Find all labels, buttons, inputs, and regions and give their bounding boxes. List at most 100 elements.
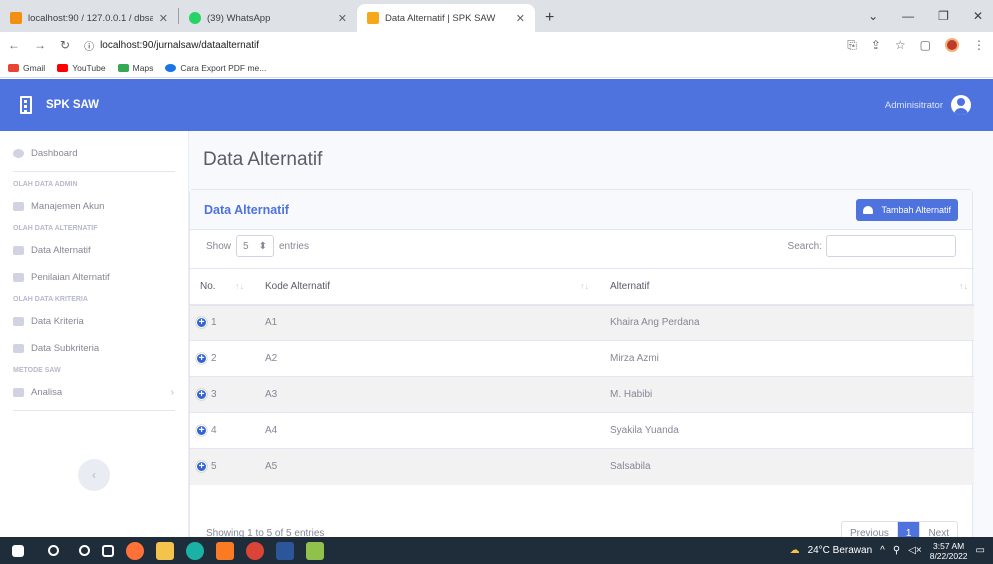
browser-tab-whatsapp[interactable]: (39) WhatsApp ✕ [179,4,357,32]
word-icon[interactable] [276,541,294,560]
column-header-kode[interactable]: Kode Alternatif ↑↓ [250,268,595,306]
entries-select[interactable]: 5 ⬍ [236,235,274,257]
table-row[interactable]: +4 A4 Syakila Yuanda [190,412,974,449]
file-explorer-icon[interactable] [156,541,174,560]
column-label: Kode Alternatif [265,280,331,292]
close-tab-icon[interactable]: ✕ [338,12,347,25]
table-row[interactable]: +1 A1 Khaira Ang Perdana [190,304,974,341]
close-tab-icon[interactable]: ✕ [159,12,168,25]
firefox-icon[interactable] [126,541,144,560]
sidebar-item-dashboard[interactable]: Dashboard [0,140,188,167]
sidebar-item-label: Data Alternatif [31,245,91,256]
sidebar-item-label: Data Subkriteria [31,343,100,354]
sidebar-item-data-kriteria[interactable]: Data Kriteria [0,308,188,335]
close-tab-icon[interactable]: ✕ [516,12,525,25]
table-row[interactable]: +2 A2 Mirza Azmi [190,340,974,377]
network-icon[interactable]: ⚲ [893,545,900,556]
select-arrows-icon: ⬍ [258,240,267,252]
edge-icon[interactable] [186,541,204,560]
column-label: Alternatif [610,280,650,292]
restore-icon[interactable]: ❐ [938,9,949,23]
menu-kebab-icon[interactable]: ⋮ [973,38,985,52]
close-window-icon[interactable]: ✕ [973,9,983,23]
bookmark-youtube[interactable]: YouTube [57,63,106,73]
datatable-controls: Show 5 ⬍ entries Search: [190,230,972,262]
windows-start-icon[interactable] [12,544,24,557]
sidebar-item-manajemen-akun[interactable]: Manajemen Akun [0,193,188,220]
notification-icon[interactable]: ▭ [976,545,985,556]
volume-icon[interactable]: ◁× [908,545,922,556]
forward-icon[interactable]: → [34,38,46,52]
system-tray: ☁ 24°C Berawan ^ ⚲ ◁× 3:57 AM 8/22/2022 … [790,541,993,561]
task-view-icon[interactable] [102,544,114,557]
bookmark-star-icon[interactable]: ☆ [895,38,906,52]
weather-icon[interactable]: ☁ [790,545,800,556]
browser-tab-strip: localhost:90 / 127.0.0.1 / dbsaw / ✕ (39… [0,0,993,32]
brand-link[interactable]: SPK SAW [0,96,189,114]
bookmarks-bar: Gmail YouTube Maps Cara Export PDF me... [0,58,993,78]
dashboard-icon [13,149,24,158]
reload-icon[interactable]: ↻ [60,38,70,52]
row-number: 1 [211,317,217,329]
add-alternatif-button[interactable]: Tambah Alternatif [856,198,958,221]
share-icon[interactable]: ⇪ [871,38,881,52]
search-input[interactable] [826,235,956,257]
table-row[interactable]: +3 A3 M. Habibi [190,376,974,413]
cell-kode: A1 [250,304,595,341]
tab-search-icon[interactable]: ⌄ [868,9,878,23]
xampp-icon[interactable] [216,541,234,560]
clock[interactable]: 3:57 AM 8/22/2022 [930,541,968,561]
bookmark-label: Maps [132,62,154,73]
cell-alternatif: Mirza Azmi [595,340,974,377]
column-header-alternatif[interactable]: Alternatif ↑↓ [595,268,974,306]
sidebar-item-penilaian-alternatif[interactable]: Penilaian Alternatif [0,264,188,291]
cortana-icon[interactable] [79,545,90,556]
sidebar-heading: OLAH DATA KRITERIA [13,296,88,303]
url-host: localhost:90 [100,39,154,51]
notepadpp-icon[interactable] [306,541,324,560]
expand-row-icon[interactable]: + [196,461,207,473]
bookmark-gmail[interactable]: Gmail [8,63,45,73]
sidebar-item-label: Manajemen Akun [31,201,105,212]
tray-chevron-icon[interactable]: ^ [880,545,885,556]
user-plus-icon [863,205,874,214]
browser-tab-data-alternatif[interactable]: Data Alternatif | SPK SAW ✕ [357,4,535,32]
sidebar-item-data-alternatif[interactable]: Data Alternatif [0,237,188,264]
entries-value: 5 [243,240,249,252]
add-button-label: Tambah Alternatif [881,204,951,215]
expand-row-icon[interactable]: + [196,388,207,400]
clock-date: 8/22/2022 [929,550,968,561]
expand-row-icon[interactable]: + [196,352,207,364]
site-info-icon[interactable]: ⓘ [84,38,94,53]
cell-kode: A4 [250,412,595,449]
folder-icon [13,388,24,397]
user-dropdown[interactable]: Adminisitrator [885,95,993,115]
address-bar-actions: ⎘ ⇪ ☆ ▢ ⋮ [847,38,985,53]
table-row[interactable]: +5 A5 Salsabila [190,448,974,485]
translate-icon[interactable]: ⎘ [847,38,857,53]
sidebar-heading: OLAH DATA ADMIN [13,181,78,188]
profile-avatar[interactable] [945,38,959,52]
new-tab-button[interactable]: + [535,4,564,32]
back-icon[interactable]: ← [8,38,20,52]
sidebar-item-data-subkriteria[interactable]: Data Subkriteria [0,335,188,362]
sidebar-toggle-button[interactable]: ‹ [78,459,110,491]
main-content: Data Alternatif Data Alternatif Tambah A… [189,131,993,549]
chrome-icon[interactable] [246,541,264,560]
sidepanel-icon[interactable]: ▢ [920,38,931,52]
url-field[interactable]: ⓘ localhost:90/jurnalsaw/dataalternatif [84,38,833,53]
minimize-icon[interactable]: — [902,9,914,23]
search-icon[interactable] [48,545,59,556]
expand-row-icon[interactable]: + [196,424,207,436]
bookmark-label: Cara Export PDF me... [180,62,267,73]
cell-kode: A3 [250,376,595,413]
cell-kode: A2 [250,340,595,377]
sidebar-item-analisa[interactable]: Analisa › [0,379,188,406]
expand-row-icon[interactable]: + [196,317,207,329]
sidebar-item-label: Analisa [31,387,63,398]
column-header-no[interactable]: No. ↑↓ [190,268,250,306]
browser-tab-phpmyadmin[interactable]: localhost:90 / 127.0.0.1 / dbsaw / ✕ [0,4,178,32]
bookmark-export-pdf[interactable]: Cara Export PDF me... [165,63,266,73]
bookmark-maps[interactable]: Maps [117,62,154,73]
weather-text[interactable]: 24°C Berawan [808,545,873,556]
